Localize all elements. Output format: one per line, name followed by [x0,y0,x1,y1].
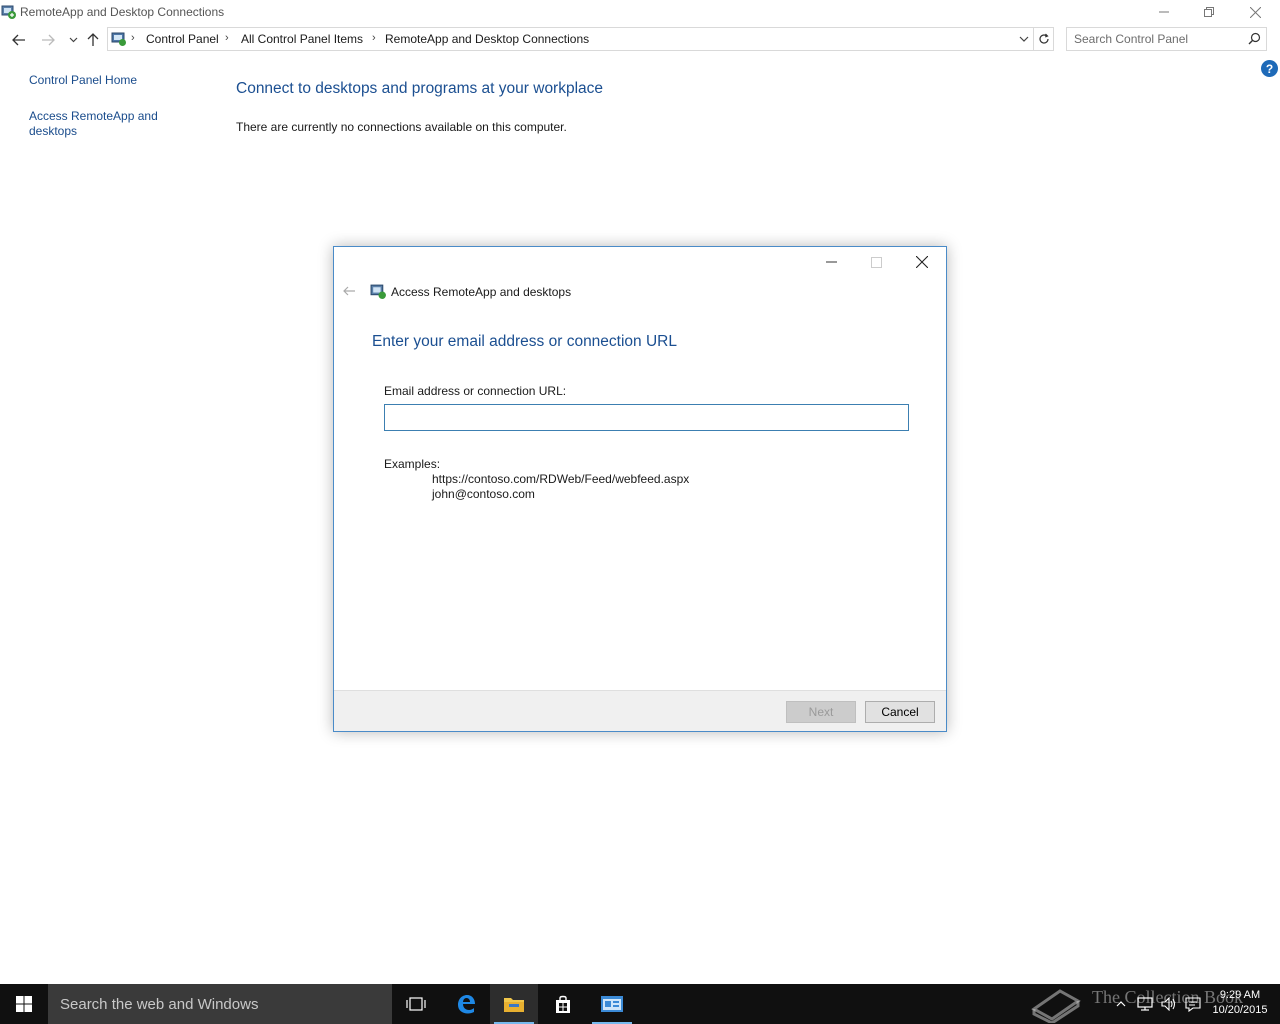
control-panel-icon [111,31,127,50]
dialog-title: Access RemoteApp and desktops [391,285,572,299]
breadcrumb-all-items[interactable]: All Control Panel Items [241,32,363,46]
sidebar-item-label: desktops [29,124,78,138]
address-bar[interactable]: › Control Panel › All Control Panel Item… [107,27,1034,51]
clock-time: 9:29 AM [1219,989,1261,1001]
remoteapp-icon [370,283,387,303]
next-button[interactable]: Next [786,701,856,723]
access-remoteapp-dialog: Access RemoteApp and desktops Enter your… [333,246,947,732]
network-icon[interactable] [1134,984,1156,1024]
refresh-button[interactable] [1034,27,1054,51]
close-button[interactable] [1232,0,1278,24]
remoteapp-taskbar-icon[interactable] [588,984,636,1024]
page-title: Connect to desktops and programs at your… [236,80,604,97]
taskbar-clock[interactable]: 9:29 AM 10/20/2015 [1206,988,1274,1018]
address-dropdown-icon[interactable] [1017,32,1031,46]
search-icon[interactable] [1248,32,1261,48]
action-center-icon[interactable] [1182,984,1204,1024]
window-title: RemoteApp and Desktop Connections [20,5,225,19]
show-hidden-icons-chevron-icon[interactable] [1112,984,1130,1024]
store-icon[interactable] [539,984,587,1024]
dialog-minimize-button[interactable] [809,249,853,275]
breadcrumb-remoteapp[interactable]: RemoteApp and Desktop Connections [385,32,589,46]
breadcrumb-chevron-icon: › [225,32,229,44]
volume-icon[interactable] [1158,984,1180,1024]
edge-icon[interactable] [442,984,490,1024]
forward-button[interactable] [39,31,57,49]
search-input[interactable] [1067,28,1245,50]
examples-label: Examples: [384,457,441,471]
dialog-close-button[interactable] [900,249,944,275]
breadcrumb-chevron-icon: › [131,32,135,44]
dialog-maximize-button [854,249,898,275]
remoteapp-icon [1,4,17,20]
window-titlebar: RemoteApp and Desktop Connections [0,0,1280,24]
connection-url-label: Email address or connection URL: [384,384,567,398]
breadcrumb-chevron-icon: › [372,32,376,44]
dialog-footer: Next Cancel [334,690,946,731]
search-box[interactable] [1066,27,1267,51]
example-email: john@contoso.com [432,487,535,501]
sidebar-item-control-panel-home[interactable]: Control Panel Home [29,73,137,88]
file-explorer-icon[interactable] [490,984,538,1024]
minimize-button[interactable] [1141,0,1187,24]
help-icon[interactable]: ? [1261,60,1278,77]
cancel-button[interactable]: Cancel [865,701,935,723]
taskbar: Search the web and Windows The Collectio… [0,984,1280,1024]
clock-date: 10/20/2015 [1212,1004,1268,1016]
sidebar-item-label: Access RemoteApp and [29,109,158,123]
taskbar-search-box[interactable]: Search the web and Windows [48,984,392,1024]
status-text: There are currently no connections avail… [236,120,567,134]
up-button[interactable] [84,31,102,49]
breadcrumb-control-panel[interactable]: Control Panel [146,32,219,46]
restore-button[interactable] [1186,0,1232,24]
book-logo-icon [1030,985,1082,1024]
recent-locations-chevron-icon[interactable] [64,31,82,49]
back-button[interactable] [10,31,28,49]
dialog-back-button[interactable] [340,284,358,298]
dialog-heading: Enter your email address or connection U… [372,333,677,350]
start-button[interactable] [0,984,48,1024]
sidebar-item-access-remoteapp[interactable]: Access RemoteApp and desktops [29,109,158,139]
connection-url-input[interactable] [384,404,909,431]
task-view-icon[interactable] [392,984,440,1024]
example-url: https://contoso.com/RDWeb/Feed/webfeed.a… [432,472,690,486]
windows-logo-icon [16,996,32,1012]
